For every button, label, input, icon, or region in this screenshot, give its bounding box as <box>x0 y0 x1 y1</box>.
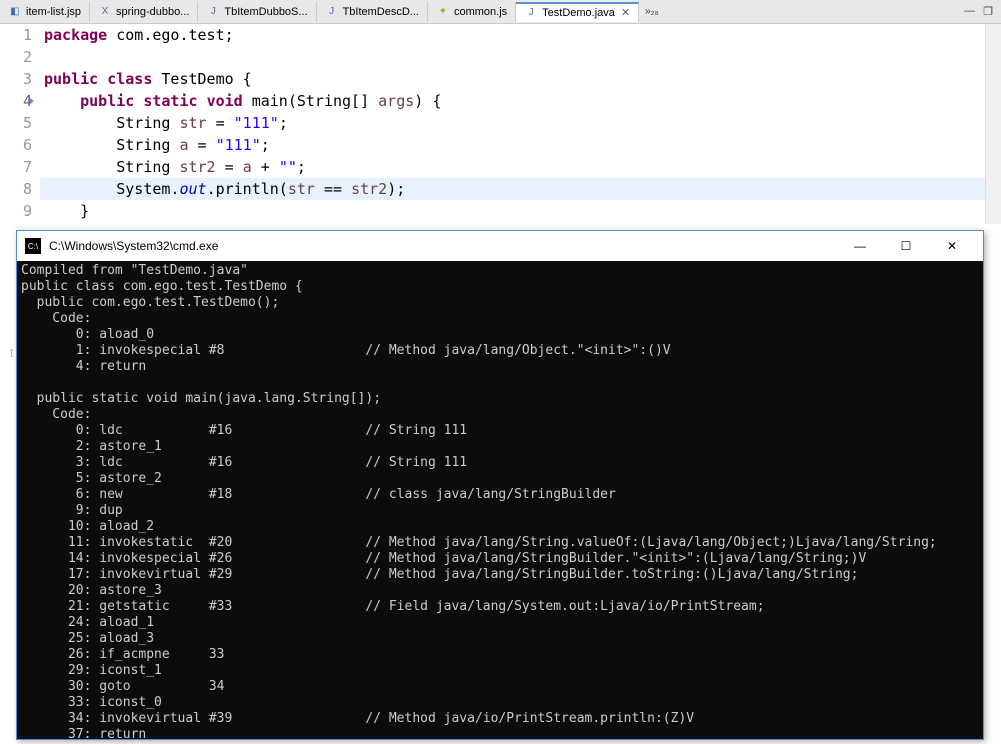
code-line[interactable]: String str2 = a + ""; <box>40 156 1001 178</box>
tab-label: TbItemDescD... <box>343 6 419 18</box>
console-window-controls: — ☐ ✕ <box>837 231 975 261</box>
line-number: 8 <box>0 178 32 200</box>
tab-label: common.js <box>454 6 507 18</box>
tab-label: TestDemo.java <box>542 7 615 19</box>
close-button[interactable]: ✕ <box>929 231 975 261</box>
code-line[interactable]: String a = "111"; <box>40 134 1001 156</box>
jsp-file-icon: ◧ <box>8 5 22 19</box>
tab-overflow-indicator[interactable]: »₂₈ <box>639 6 665 17</box>
editor-tab-bar: ◧ item-list.jsp Xspring-dubbo... J TbItemDub… <box>0 0 1001 24</box>
code-line[interactable]: public class TestDemo { <box>40 68 1001 90</box>
code-line[interactable]: public static void main(String[] args) { <box>40 90 1001 112</box>
console-window: C:\ C:\Windows\System32\cmd.exe — ☐ ✕ Co… <box>16 230 984 740</box>
code-line[interactable]: } <box>40 200 1001 222</box>
editor-tab[interactable]: ◧ item-list.jsp <box>0 2 90 22</box>
java-file-icon: J <box>206 5 220 19</box>
cmd-icon: C:\ <box>25 238 41 254</box>
editor-tab[interactable]: ✦ common.js <box>428 2 516 22</box>
editor-tab[interactable]: Xspring-dubbo... <box>90 2 198 22</box>
line-number: 9 <box>0 200 32 222</box>
background-text: t <box>10 345 14 360</box>
tab-label: item-list.jsp <box>26 6 81 18</box>
java-file-icon: J <box>524 6 538 20</box>
line-number: 1 <box>0 24 32 46</box>
console-titlebar[interactable]: C:\ C:\Windows\System32\cmd.exe — ☐ ✕ <box>17 231 983 261</box>
minimize-icon[interactable]: — <box>964 5 975 18</box>
minimize-button[interactable]: — <box>837 231 883 261</box>
editor-window-controls: — ❐ <box>964 5 1001 18</box>
xml-file-icon: X <box>98 5 112 19</box>
tab-label: spring-dubbo... <box>116 6 189 18</box>
code-line[interactable] <box>40 46 1001 68</box>
code-line[interactable]: package com.ego.test; <box>40 24 1001 46</box>
editor-tab[interactable]: J TbItemDubboS... <box>198 2 316 22</box>
console-title: C:\Windows\System32\cmd.exe <box>49 239 218 253</box>
line-number: 7 <box>0 156 32 178</box>
tabs-container: ◧ item-list.jsp Xspring-dubbo... J TbItemDub… <box>0 2 639 22</box>
line-number-gutter: 123456789 <box>0 24 40 222</box>
code-line[interactable]: System.out.println(str == str2); <box>40 178 1001 200</box>
console-output[interactable]: Compiled from "TestDemo.java" public cla… <box>17 261 983 739</box>
close-tab-icon[interactable]: ✕ <box>621 6 630 19</box>
maximize-button[interactable]: ☐ <box>883 231 929 261</box>
code-line[interactable]: String str = "111"; <box>40 112 1001 134</box>
line-number: 3 <box>0 68 32 90</box>
code-editor[interactable]: 123456789 package com.ego.test; public cl… <box>0 24 1001 222</box>
code-body[interactable]: package com.ego.test; public class TestDe… <box>40 24 1001 222</box>
restore-icon[interactable]: ❐ <box>983 5 993 18</box>
editor-tab[interactable]: J TbItemDescD... <box>317 2 428 22</box>
line-number: 5 <box>0 112 32 134</box>
vertical-scrollbar[interactable] <box>985 24 1001 224</box>
line-number: 2 <box>0 46 32 68</box>
editor-tab[interactable]: J TestDemo.java ✕ <box>516 2 639 22</box>
java-file-icon: J <box>325 5 339 19</box>
line-number: 4 <box>0 90 32 112</box>
line-number: 6 <box>0 134 32 156</box>
js-file-icon: ✦ <box>436 5 450 19</box>
tab-label: TbItemDubboS... <box>224 6 307 18</box>
